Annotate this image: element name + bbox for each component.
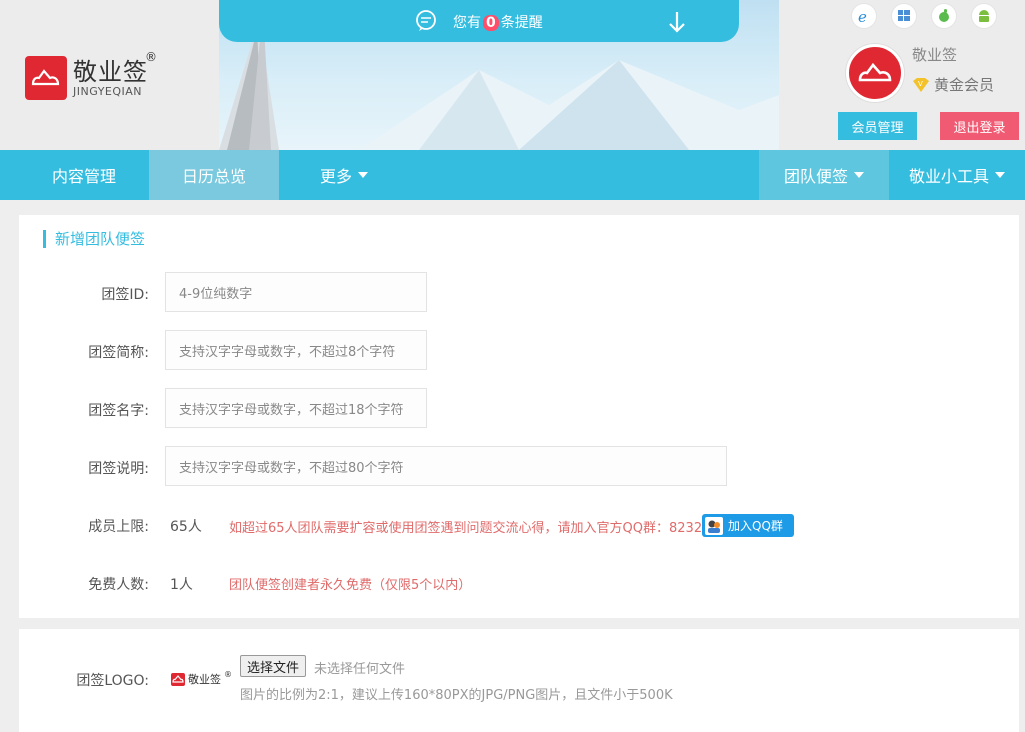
- caret-down-icon: [358, 172, 368, 178]
- caret-down-icon: [995, 172, 1005, 178]
- svg-text:e: e: [858, 8, 867, 24]
- nav-tools[interactable]: 敬业小工具: [889, 150, 1025, 200]
- member-limit-label: 成员上限:: [88, 519, 149, 535]
- registered-mark: ®: [145, 50, 157, 64]
- nav-team-notes[interactable]: 团队便签: [759, 150, 889, 200]
- short-name-label: 团签简称:: [88, 345, 149, 361]
- arrow-down-icon[interactable]: [667, 10, 687, 34]
- nav-more[interactable]: 更多: [279, 150, 409, 200]
- brand-name-en: JINGYEQIAN: [73, 84, 143, 98]
- logo-label: 团签LOGO:: [76, 673, 149, 689]
- choose-file-button[interactable]: 选择文件: [240, 655, 307, 677]
- notice-bar[interactable]: 您有 0 条提醒: [219, 0, 739, 42]
- description-label: 团签说明:: [88, 461, 149, 477]
- member-limit-value: 65人: [170, 519, 202, 535]
- short-name-input[interactable]: 支持汉字字母或数字，不超过8个字符: [165, 330, 427, 370]
- join-qq-group-button[interactable]: 加入QQ群: [702, 514, 794, 537]
- notice-text: 您有 0 条提醒: [453, 15, 543, 31]
- platform-links: e: [852, 4, 996, 28]
- logo-upload-section: 团签LOGO: 敬业签 ® 选择文件 未选择任何文件 图片的比例为2:1，建议上…: [19, 629, 1019, 732]
- header: 您有 0 条提醒 敬业签 JINGYEQIAN ® e 敬业签 V 黄金会员 会…: [0, 0, 1025, 150]
- svg-text:V: V: [918, 80, 923, 88]
- android-icon[interactable]: [972, 4, 996, 28]
- nav-content-management[interactable]: 内容管理: [19, 150, 149, 200]
- team-id-input[interactable]: 4-9位纯数字: [165, 272, 427, 312]
- avatar[interactable]: [846, 44, 904, 102]
- caret-down-icon: [854, 172, 864, 178]
- free-count-value: 1人: [170, 577, 193, 593]
- upload-hint: 图片的比例为2:1，建议上传160*80PX的JPG/PNG图片，且文件小于50…: [240, 688, 673, 703]
- member-level: V 黄金会员: [912, 74, 994, 95]
- registered-mark: ®: [224, 669, 232, 679]
- logo-brand-text: 敬业签: [188, 673, 221, 686]
- form-title: 新增团队便签: [43, 230, 145, 248]
- user-name: 敬业签: [912, 46, 958, 64]
- team-name-label: 团签名字:: [88, 403, 149, 419]
- logo-icon: [171, 672, 185, 686]
- current-logo: 敬业签 ®: [171, 669, 232, 687]
- ie-icon[interactable]: e: [852, 4, 876, 28]
- file-status: 未选择任何文件: [314, 662, 406, 677]
- member-management-button[interactable]: 会员管理: [838, 112, 917, 140]
- brand-logo[interactable]: 敬业签 JINGYEQIAN ®: [25, 50, 157, 100]
- notice-count: 0: [483, 15, 499, 31]
- vip-icon: V: [913, 77, 929, 92]
- main-nav: 内容管理 日历总览 更多 团队便签 敬业小工具: [0, 150, 1025, 200]
- apple-icon[interactable]: [932, 4, 956, 28]
- nav-calendar-overview[interactable]: 日历总览: [149, 150, 279, 200]
- windows-icon[interactable]: [892, 4, 916, 28]
- brand-name: 敬业签: [73, 57, 148, 86]
- free-count-note: 团队便签创建者永久免费（仅限5个以内）: [229, 578, 472, 593]
- qq-group-icon: [705, 516, 723, 535]
- description-input[interactable]: 支持汉字字母或数字，不超过80个字符: [165, 446, 727, 486]
- team-id-label: 团签ID:: [101, 287, 149, 303]
- message-icon: [416, 10, 436, 31]
- logout-button[interactable]: 退出登录: [940, 112, 1019, 140]
- team-name-input[interactable]: 支持汉字字母或数字，不超过18个字符: [165, 388, 427, 428]
- new-team-form: 新增团队便签 团签ID: 4-9位纯数字 团签简称: 支持汉字字母或数字，不超过…: [19, 215, 1019, 618]
- free-count-label: 免费人数:: [88, 577, 149, 593]
- member-limit-note: 如超过65人团队需要扩容或使用团签遇到问题交流心得，请加入官方QQ群：82324…: [229, 521, 744, 536]
- logo-icon: [25, 56, 67, 100]
